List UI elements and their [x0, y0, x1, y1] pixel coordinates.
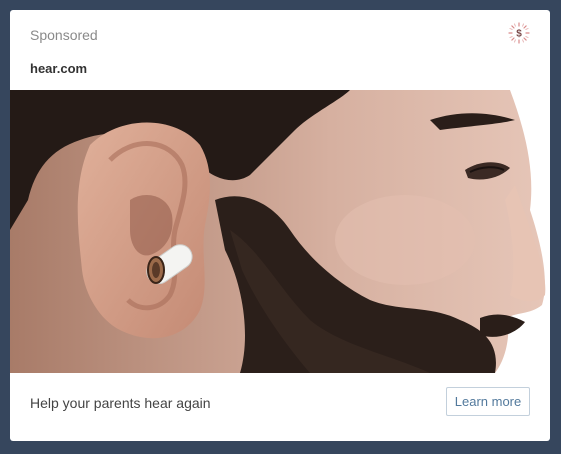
sponsored-label: Sponsored — [30, 27, 98, 43]
ad-tagline: Help your parents hear again — [30, 395, 211, 411]
dollar-badge-icon[interactable]: $ — [508, 22, 530, 44]
sponsored-post-card: Sponsored $ hear.com Help your parents h… — [10, 10, 550, 441]
learn-more-button[interactable]: Learn more — [446, 387, 530, 416]
dollar-symbol: $ — [516, 29, 522, 40]
ad-image[interactable] — [10, 90, 550, 373]
advertiser-name[interactable]: hear.com — [30, 61, 87, 76]
